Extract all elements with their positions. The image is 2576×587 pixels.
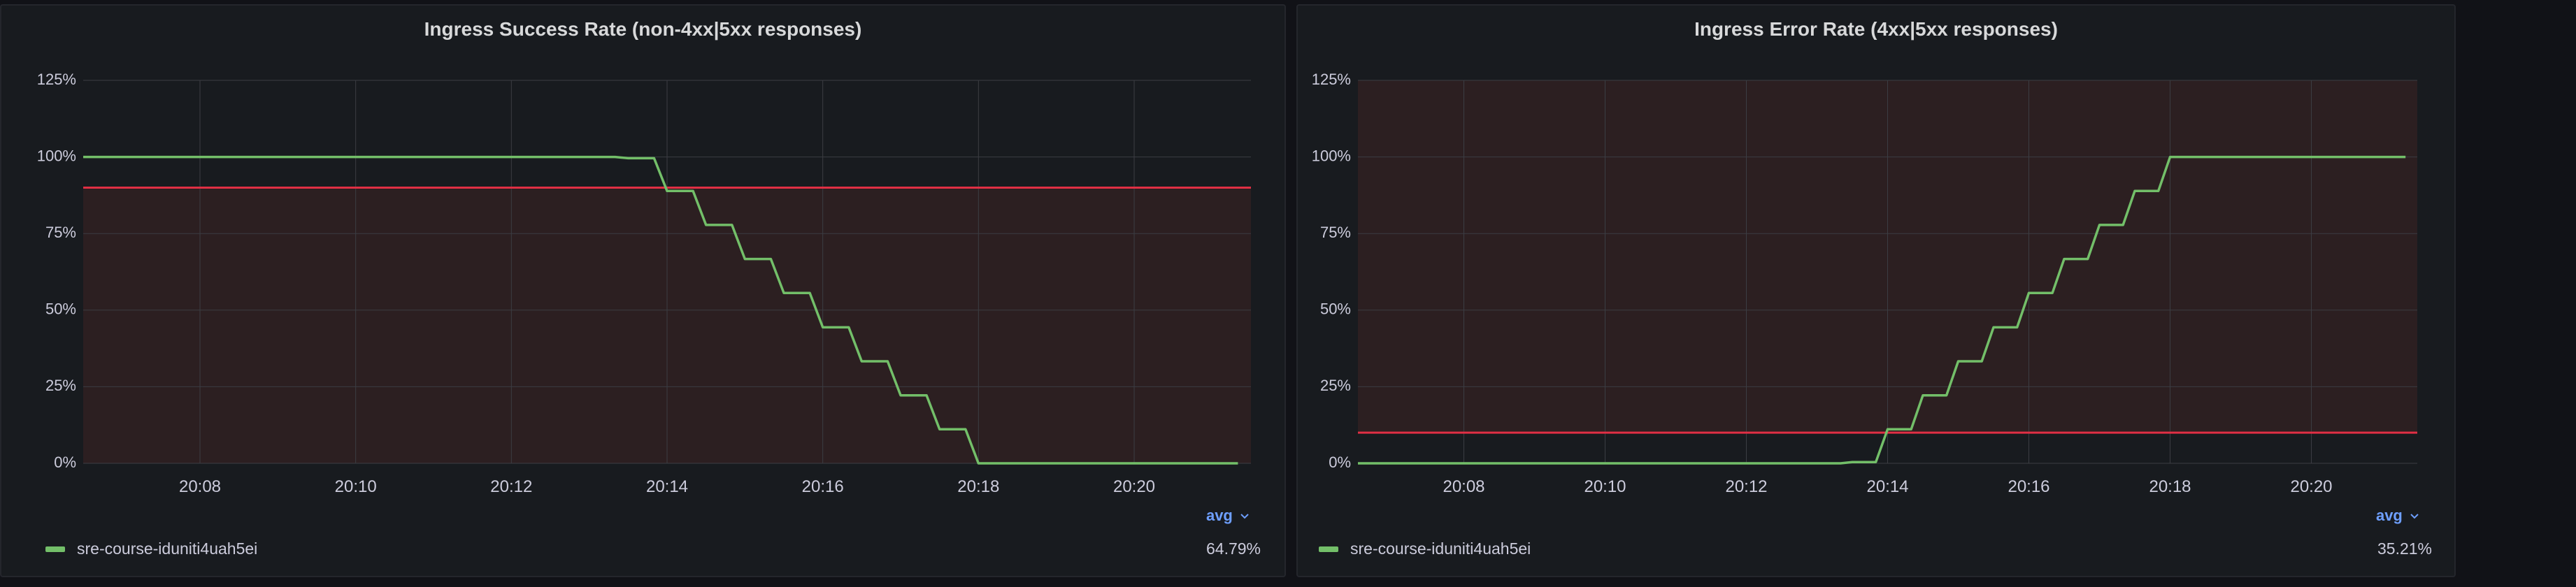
success-rate-chart: 0% 25% 50% 75% 100% 125% 20:08 20:10 20:12 20:14 2… [37,71,1251,496]
legend-item[interactable]: sre-course-iduniti4uah5ei 64.79% [45,539,1261,560]
y-tick-label: 125% [1312,71,1351,88]
legend-swatch [45,546,65,552]
error-rate-chart: 0% 25% 50% 75% 100% 125% 20:08 20:10 20:12 20:14 2… [1312,71,2417,496]
legend-swatch [1319,546,1338,552]
y-tick-label: 125% [37,71,76,88]
y-tick-label: 50% [1320,300,1351,318]
legend-series-name: sre-course-iduniti4uah5ei [77,539,258,558]
legend-calc-label: avg [2375,507,2403,524]
x-tick-label: 20:08 [179,477,221,496]
y-tick-label: 75% [1320,224,1351,241]
y-tick-label: 25% [1320,377,1351,394]
x-tick-label: 20:18 [957,477,999,496]
y-tick-label: 0% [1329,454,1351,471]
x-tick-label: 20:16 [2008,477,2049,496]
y-tick-label: 100% [37,147,76,164]
legend-series-name: sre-course-iduniti4uah5ei [1350,539,1531,558]
x-tick-label: 20:16 [802,477,844,496]
chevron-down-icon [1240,507,1250,526]
y-tick-label: 0% [54,454,76,471]
x-tick-label: 20:14 [646,477,688,496]
legend-item[interactable]: sre-course-iduniti4uah5ei 35.21% [1319,539,2432,560]
y-tick-label: 50% [45,300,76,318]
x-tick-label: 20:18 [2149,477,2191,496]
y-tick-label: 100% [1312,147,1351,164]
empty-dashboard-space [2456,0,2576,587]
legend-series-avg: 64.79% [1205,539,1261,558]
legend-calc-label: avg [1205,507,1233,524]
y-tick-label: 25% [45,377,76,394]
x-tick-label: 20:20 [1113,477,1155,496]
x-tick-label: 20:20 [2290,477,2332,496]
legend-calc-selector[interactable]: avg [2376,507,2419,526]
x-tick-label: 20:08 [1443,477,1484,496]
error-rate-panel: Ingress Error Rate (4xx|5xx responses) 0… [1296,4,2456,577]
legend-series-avg: 35.21% [2377,539,2432,558]
x-tick-label: 20:12 [1725,477,1767,496]
y-tick-label: 75% [45,224,76,241]
x-tick-label: 20:14 [1866,477,1908,496]
x-tick-label: 20:12 [490,477,532,496]
chevron-down-icon [2410,507,2419,526]
legend-calc-selector[interactable]: avg [1206,507,1250,526]
x-tick-label: 20:10 [1584,477,1626,496]
x-tick-label: 20:10 [335,477,377,496]
success-rate-panel: Ingress Success Rate (non-4xx|5xx respon… [0,4,1286,577]
